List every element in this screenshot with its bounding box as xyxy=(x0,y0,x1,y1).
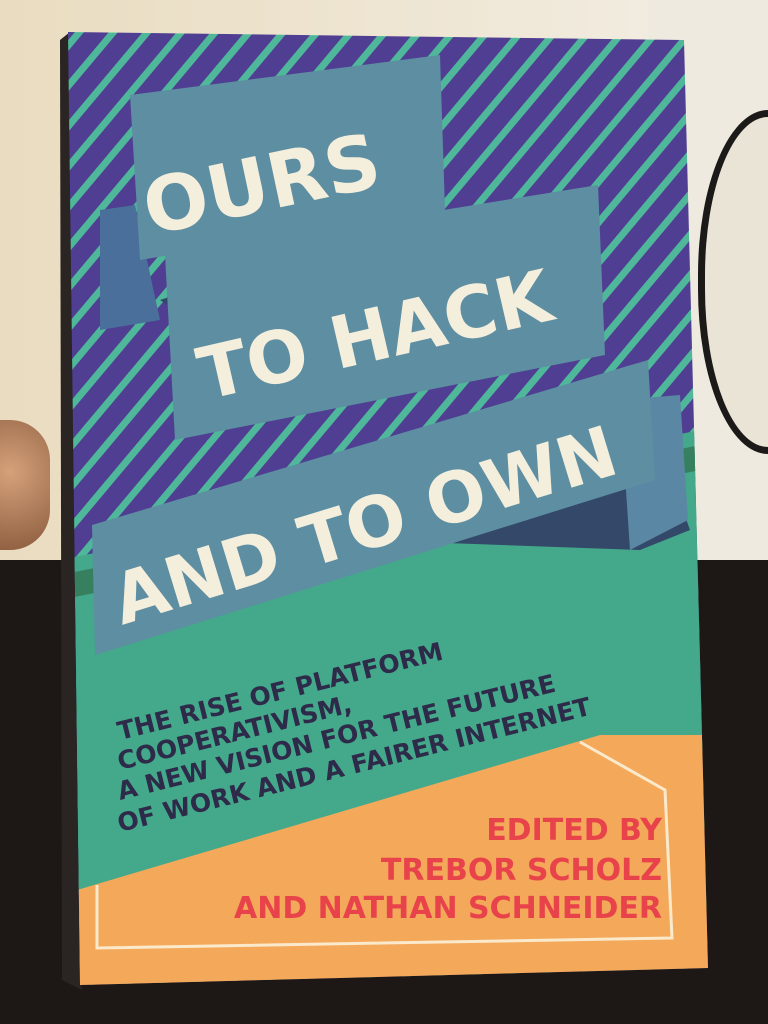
book-cover: OURS TO HACK AND TO OWN THE RISE OF PLAT… xyxy=(60,32,708,990)
credit-line-1: EDITED BY xyxy=(486,813,663,848)
credit-line-2: TREBOR SCHOLZ xyxy=(381,853,662,888)
credit-line-3: AND NATHAN SCHNEIDER xyxy=(234,891,662,926)
